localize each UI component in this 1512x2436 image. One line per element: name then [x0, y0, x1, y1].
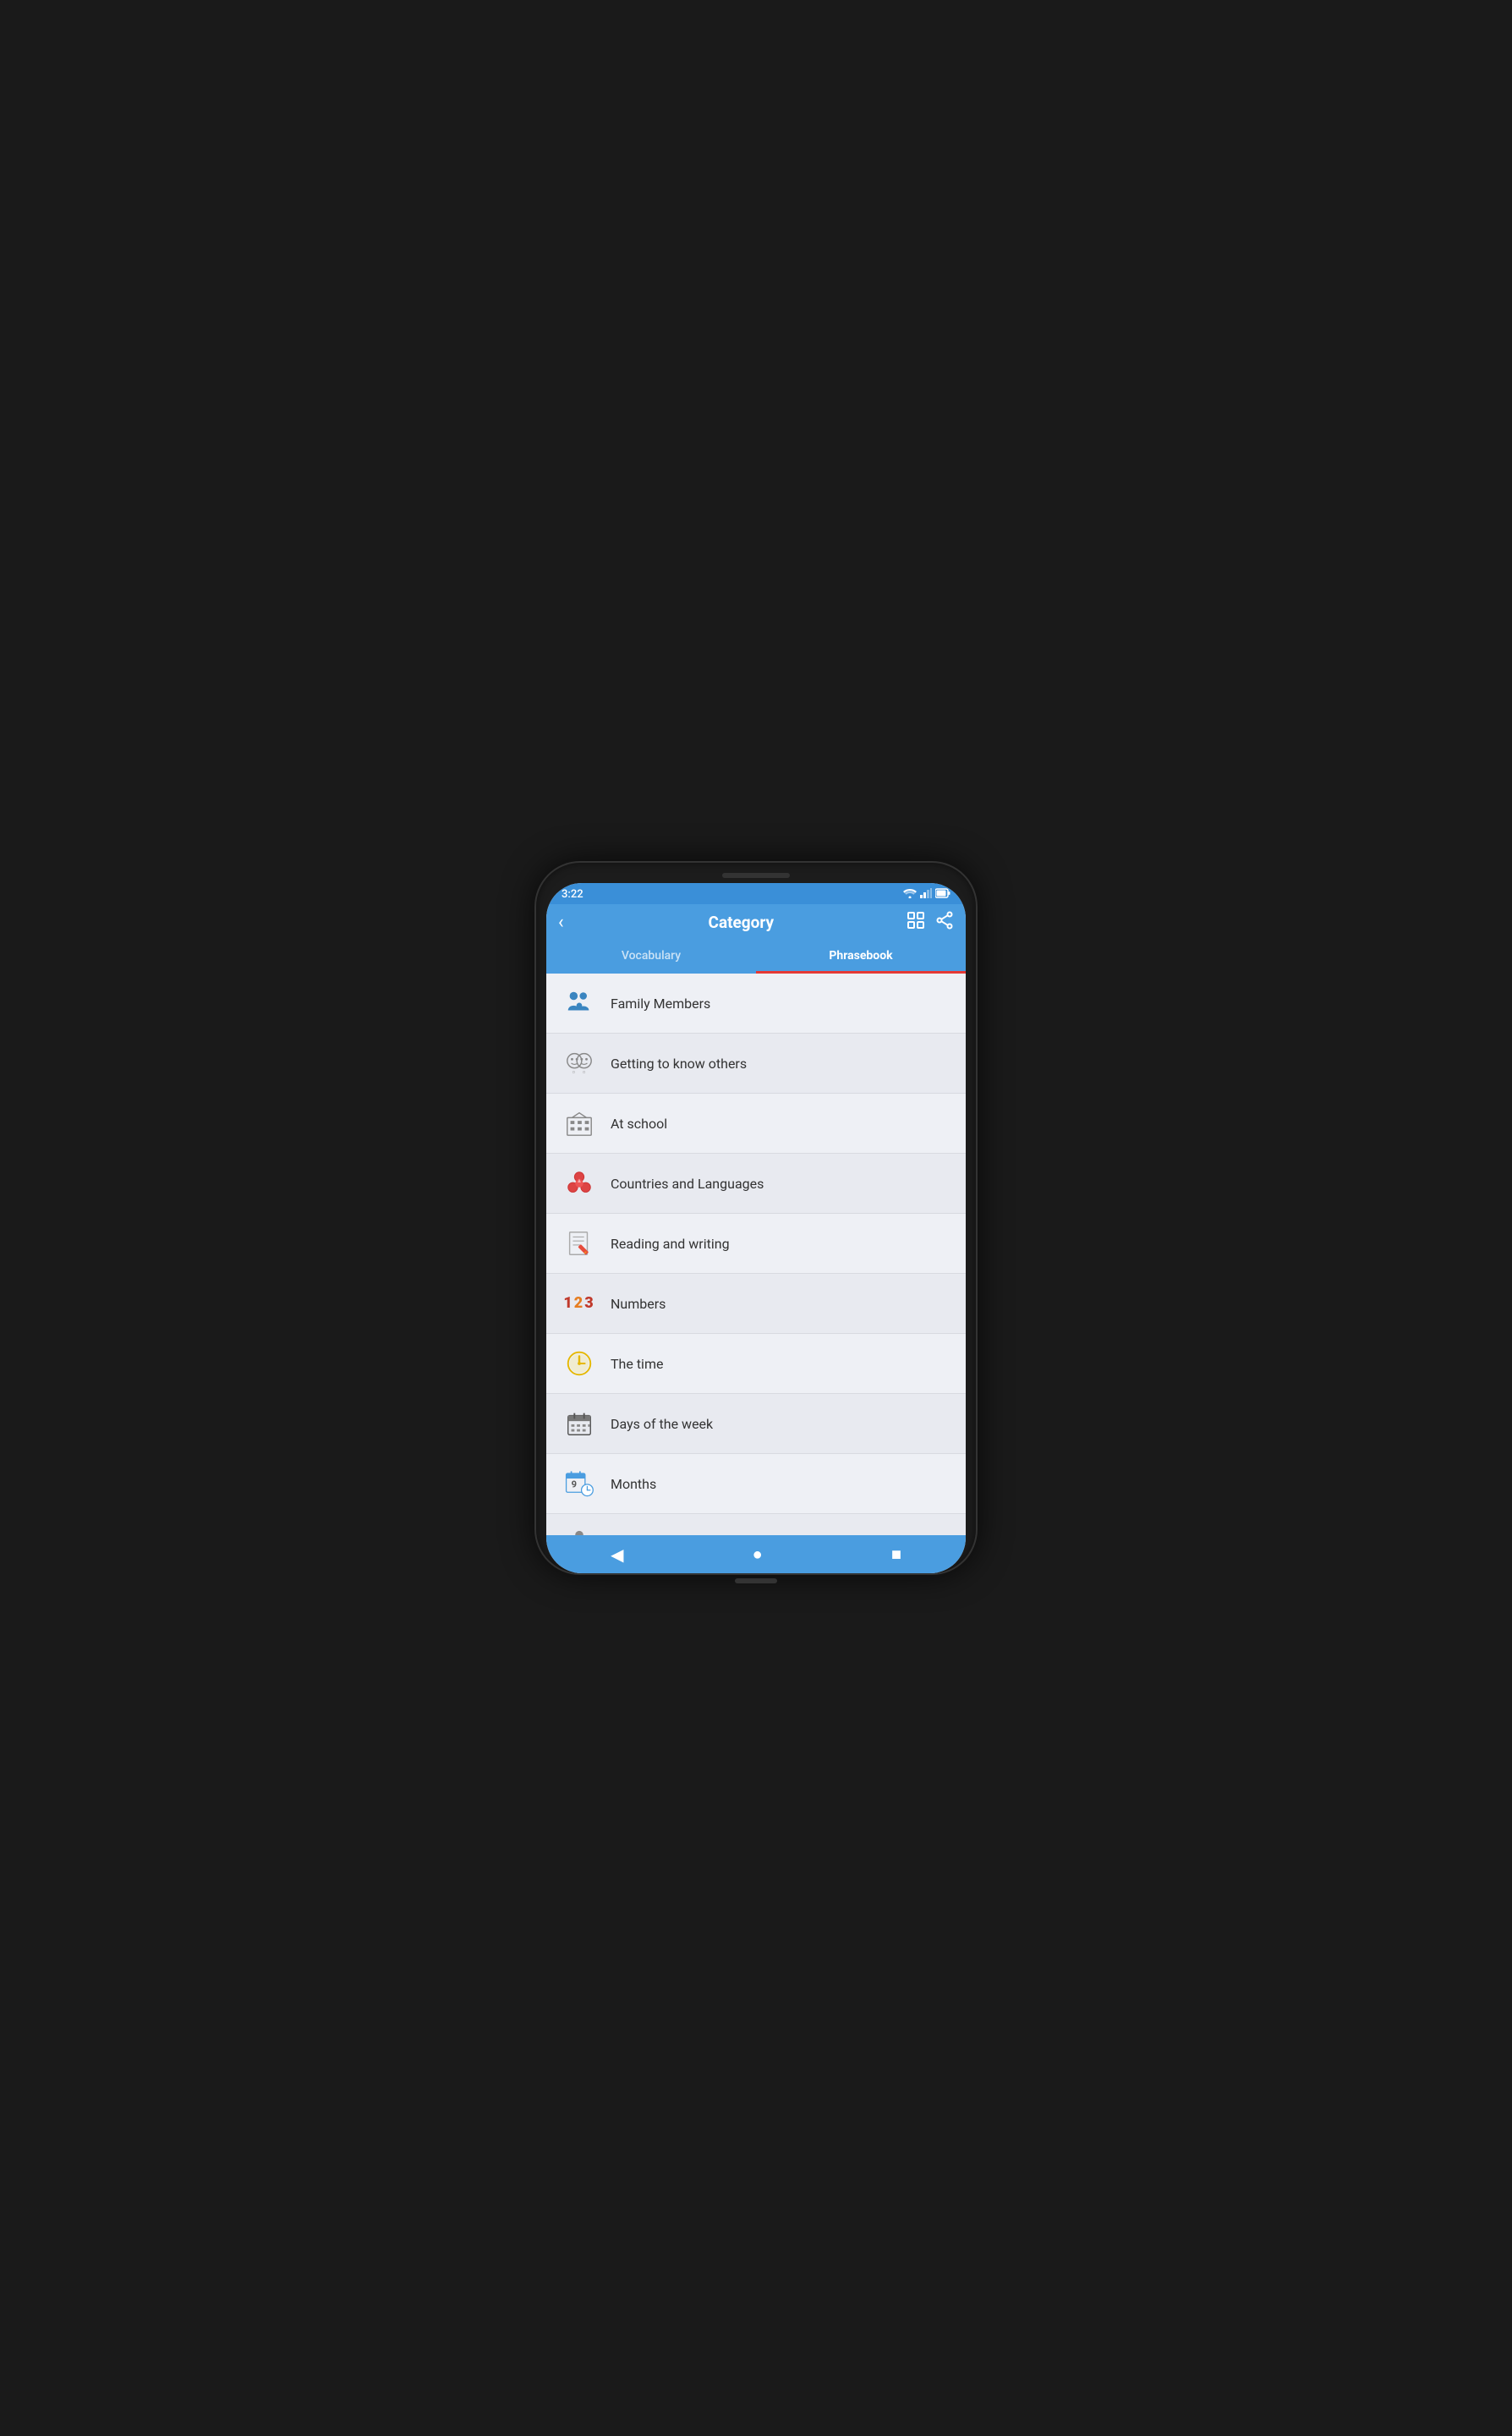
nav-recent-button[interactable]: ■	[891, 1544, 901, 1565]
reading-writing-icon	[562, 1226, 597, 1261]
top-icons	[907, 911, 954, 934]
list-item[interactable]: Reading and writing	[546, 1214, 966, 1274]
months-icon: 9	[562, 1466, 597, 1501]
days-of-week-icon	[562, 1406, 597, 1441]
countries-languages-label: Countries and Languages	[611, 1176, 764, 1192]
wifi-icon	[903, 888, 917, 901]
reading-writing-label: Reading and writing	[611, 1236, 730, 1252]
numbers-label: Numbers	[611, 1296, 666, 1312]
grid-icon[interactable]	[907, 911, 925, 934]
list-item[interactable]: At school	[546, 1094, 966, 1154]
nav-back-button[interactable]: ◀	[611, 1544, 623, 1565]
numbers-icon: 123	[562, 1286, 597, 1321]
list-item[interactable]: Countries and Languages	[546, 1154, 966, 1214]
signal-icon	[920, 888, 932, 901]
svg-text:9: 9	[572, 1479, 577, 1490]
tab-bar: Vocabulary Phrasebook	[546, 941, 966, 974]
svg-text:○: ○	[572, 1068, 575, 1075]
page-title: Category	[576, 913, 907, 932]
phone-screen: 3:22	[546, 883, 966, 1573]
tab-vocabulary[interactable]: Vocabulary	[546, 941, 756, 974]
category-list: Family Members ○	[546, 974, 966, 1535]
list-item[interactable]: The time	[546, 1334, 966, 1394]
status-icons	[903, 888, 950, 901]
phone-speaker	[722, 873, 790, 878]
at-school-icon	[562, 1106, 597, 1141]
list-item[interactable]: ○ ○ Getting to know others	[546, 1034, 966, 1094]
svg-text:○: ○	[583, 1068, 586, 1075]
the-time-icon	[562, 1346, 597, 1381]
the-time-label: The time	[611, 1356, 663, 1372]
list-item[interactable]: 123 Numbers	[546, 1274, 966, 1334]
status-time: 3:22	[562, 888, 583, 901]
back-button[interactable]: ‹	[558, 912, 564, 933]
bottom-nav: ◀ ● ■	[546, 1535, 966, 1573]
nav-home-button[interactable]: ●	[753, 1544, 763, 1565]
list-item[interactable]: Days of the week	[546, 1394, 966, 1454]
top-bar: ‹ Category	[546, 904, 966, 941]
status-bar: 3:22	[546, 883, 966, 904]
getting-to-know-label: Getting to know others	[611, 1056, 747, 1072]
days-of-week-label: Days of the week	[611, 1416, 713, 1432]
phone-frame: 3:22	[536, 863, 976, 1573]
family-members-label: Family Members	[611, 996, 710, 1012]
list-item[interactable]: Family Members	[546, 974, 966, 1034]
tab-phrasebook[interactable]: Phrasebook	[756, 941, 966, 974]
phone-home-button	[735, 1578, 777, 1583]
battery-icon	[935, 888, 950, 901]
list-item[interactable]: Activities	[546, 1514, 966, 1535]
getting-to-know-icon: ○ ○	[562, 1045, 597, 1081]
at-school-label: At school	[611, 1116, 667, 1132]
list-item[interactable]: 9 Months	[546, 1454, 966, 1514]
countries-languages-icon	[562, 1166, 597, 1201]
months-label: Months	[611, 1476, 656, 1492]
share-icon[interactable]	[935, 911, 954, 934]
activities-icon	[562, 1526, 597, 1535]
family-members-icon	[562, 985, 597, 1021]
